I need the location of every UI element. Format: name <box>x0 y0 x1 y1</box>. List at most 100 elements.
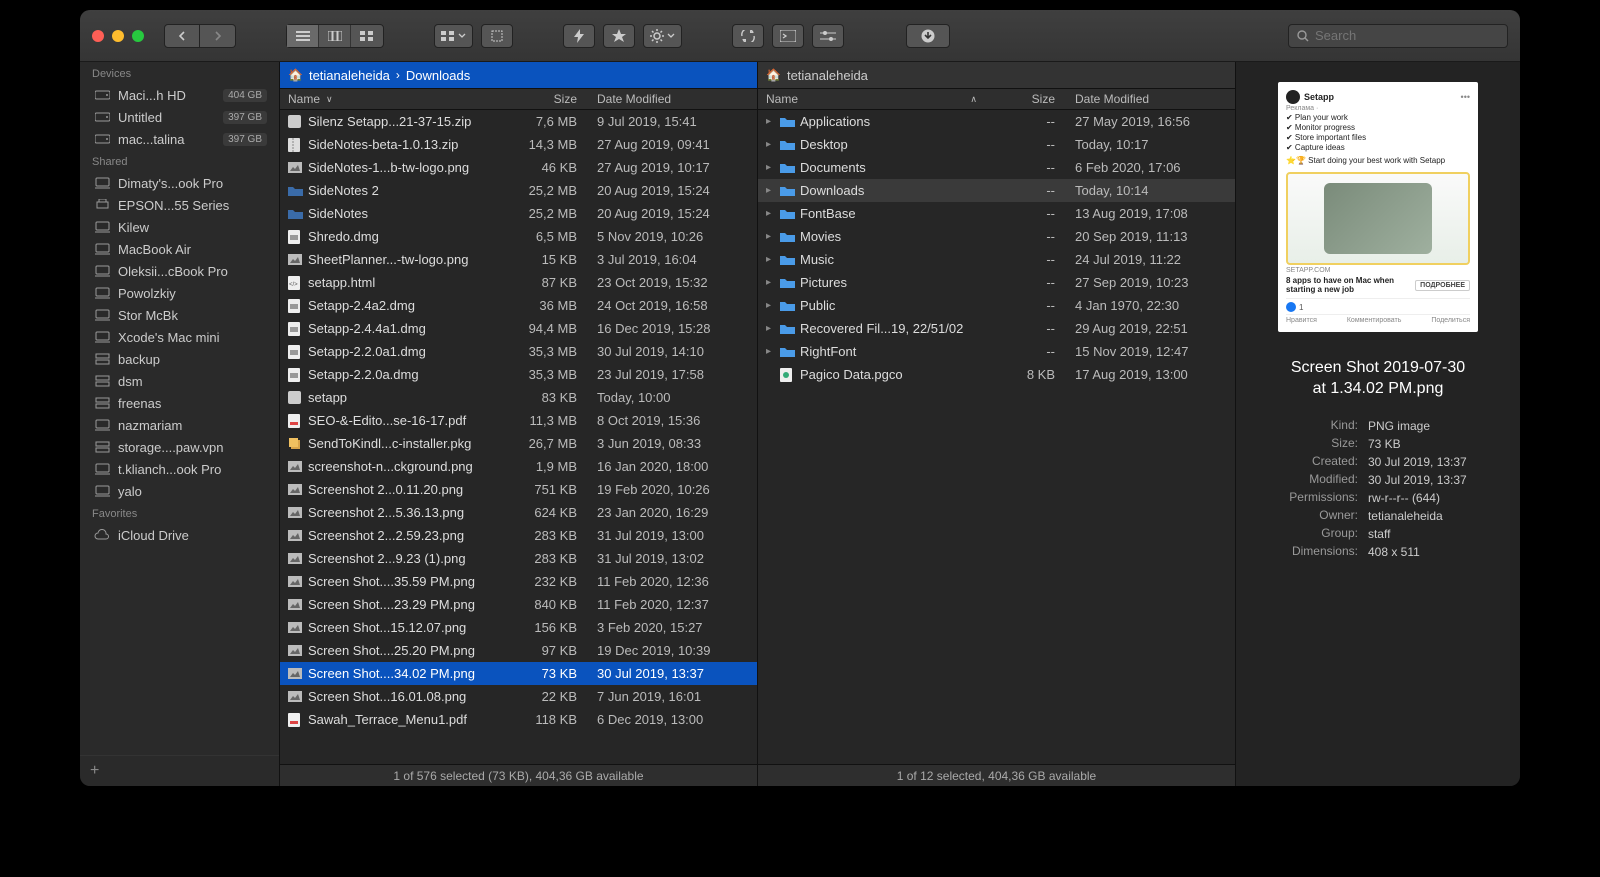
view-icon-button[interactable] <box>351 25 383 47</box>
sidebar-item[interactable]: Oleksii...cBook Pro <box>80 260 279 282</box>
sidebar-item[interactable]: yalo <box>80 480 279 502</box>
settings-sliders-button[interactable] <box>812 24 844 48</box>
file-row[interactable]: Screen Shot...15.12.07.png156 KB3 Feb 20… <box>280 616 757 639</box>
file-row[interactable]: Pagico Data.pgco8 KB17 Aug 2019, 13:00 <box>758 363 1235 386</box>
file-row[interactable]: Screenshot 2...5.36.13.png624 KB23 Jan 2… <box>280 501 757 524</box>
file-row[interactable]: SideNotes25,2 MB20 Aug 2019, 15:24 <box>280 202 757 225</box>
disclosure-triangle-icon[interactable]: ▸ <box>766 185 780 196</box>
file-row[interactable]: Shredo.dmg6,5 MB5 Nov 2019, 10:26 <box>280 225 757 248</box>
terminal-button[interactable] <box>772 24 804 48</box>
sidebar-item[interactable]: Kilew <box>80 216 279 238</box>
disclosure-triangle-icon[interactable]: ▸ <box>766 139 780 150</box>
sidebar-item[interactable]: Stor McBk <box>80 304 279 326</box>
column-size[interactable]: Size <box>507 92 587 106</box>
disclosure-triangle-icon[interactable]: ▸ <box>766 231 780 242</box>
zoom-window-button[interactable] <box>132 30 144 42</box>
file-row[interactable]: ▸RightFont--15 Nov 2019, 12:47 <box>758 340 1235 363</box>
download-button[interactable] <box>906 24 950 48</box>
quick-action-button[interactable] <box>563 24 595 48</box>
sidebar-item[interactable]: Powolzkiy <box>80 282 279 304</box>
disclosure-triangle-icon[interactable]: ▸ <box>766 346 780 357</box>
search-input[interactable] <box>1315 28 1499 43</box>
file-row[interactable]: Screenshot 2...2.59.23.png283 KB31 Jul 2… <box>280 524 757 547</box>
column-date[interactable]: Date Modified <box>1065 92 1235 106</box>
file-row[interactable]: Screenshot 2...9.23 (1).png283 KB31 Jul … <box>280 547 757 570</box>
disclosure-triangle-icon[interactable]: ▸ <box>766 300 780 311</box>
file-row[interactable]: SheetPlanner...-tw-logo.png15 KB3 Jul 20… <box>280 248 757 271</box>
path-segment[interactable]: tetianaleheida <box>787 68 868 83</box>
file-row[interactable]: ▸Desktop--Today, 10:17 <box>758 133 1235 156</box>
search-field[interactable] <box>1288 24 1508 48</box>
column-name[interactable]: Name ∨ <box>280 92 507 106</box>
sidebar-item[interactable]: Dimaty's...ook Pro <box>80 172 279 194</box>
file-row[interactable]: Screen Shot....35.59 PM.png232 KB11 Feb … <box>280 570 757 593</box>
sidebar-item[interactable]: EPSON...55 Series <box>80 194 279 216</box>
file-row[interactable]: ▸Public--4 Jan 1970, 22:30 <box>758 294 1235 317</box>
file-row[interactable]: Setapp-2.2.0a.dmg35,3 MB23 Jul 2019, 17:… <box>280 363 757 386</box>
file-row[interactable]: screenshot-n...ckground.png1,9 MB16 Jan … <box>280 455 757 478</box>
sidebar-item[interactable]: Maci...h HD404 GB <box>80 84 279 106</box>
close-window-button[interactable] <box>92 30 104 42</box>
sync-button[interactable] <box>732 24 764 48</box>
back-button[interactable] <box>164 24 200 48</box>
file-row[interactable]: SendToKindl...c-installer.pkg26,7 MB3 Ju… <box>280 432 757 455</box>
sidebar-item[interactable]: mac...talina397 GB <box>80 128 279 150</box>
disclosure-triangle-icon[interactable]: ▸ <box>766 323 780 334</box>
disclosure-triangle-icon[interactable]: ▸ <box>766 254 780 265</box>
action-menu-button[interactable] <box>643 24 682 48</box>
file-row[interactable]: Screenshot 2...0.11.20.png751 KB19 Feb 2… <box>280 478 757 501</box>
file-row[interactable]: </>setapp.html87 KB23 Oct 2019, 15:32 <box>280 271 757 294</box>
minimize-window-button[interactable] <box>112 30 124 42</box>
file-row[interactable]: ▸Pictures--27 Sep 2019, 10:23 <box>758 271 1235 294</box>
file-row[interactable]: setapp83 KBToday, 10:00 <box>280 386 757 409</box>
view-list-button[interactable] <box>287 25 319 47</box>
path-bar[interactable]: 🏠 tetianaleheida › Downloads <box>280 62 757 88</box>
file-row[interactable]: ▸Downloads--Today, 10:14 <box>758 179 1235 202</box>
sidebar-item[interactable]: MacBook Air <box>80 238 279 260</box>
path-segment[interactable]: Downloads <box>406 68 470 83</box>
disclosure-triangle-icon[interactable]: ▸ <box>766 277 780 288</box>
file-row[interactable]: SideNotes-beta-1.0.13.zip14,3 MB27 Aug 2… <box>280 133 757 156</box>
sidebar-item[interactable]: storage....paw.vpn <box>80 436 279 458</box>
sidebar-add-button[interactable]: + <box>80 755 279 786</box>
file-row[interactable]: ▸FontBase--13 Aug 2019, 17:08 <box>758 202 1235 225</box>
forward-button[interactable] <box>200 24 236 48</box>
sidebar-item[interactable]: dsm <box>80 370 279 392</box>
column-size[interactable]: Size <box>985 92 1065 106</box>
disclosure-triangle-icon[interactable]: ▸ <box>766 208 780 219</box>
sidebar-item[interactable]: Untitled397 GB <box>80 106 279 128</box>
file-row[interactable]: Setapp-2.4.4a1.dmg94,4 MB16 Dec 2019, 15… <box>280 317 757 340</box>
favorite-button[interactable] <box>603 24 635 48</box>
path-bar[interactable]: 🏠 tetianaleheida <box>758 62 1235 88</box>
file-row[interactable]: ▸Applications--27 May 2019, 16:56 <box>758 110 1235 133</box>
file-row[interactable]: Screen Shot....23.29 PM.png840 KB11 Feb … <box>280 593 757 616</box>
file-row[interactable]: Setapp-2.2.0a1.dmg35,3 MB30 Jul 2019, 14… <box>280 340 757 363</box>
file-row[interactable]: Sawah_Terrace_Menu1.pdf118 KB6 Dec 2019,… <box>280 708 757 731</box>
file-row[interactable]: SideNotes-1...b-tw-logo.png46 KB27 Aug 2… <box>280 156 757 179</box>
file-row[interactable]: SideNotes 225,2 MB20 Aug 2019, 15:24 <box>280 179 757 202</box>
disclosure-triangle-icon[interactable]: ▸ <box>766 162 780 173</box>
disclosure-triangle-icon[interactable]: ▸ <box>766 116 780 127</box>
crop-button[interactable] <box>481 24 513 48</box>
file-row[interactable]: ▸Recovered Fil...19, 22/51/02--29 Aug 20… <box>758 317 1235 340</box>
sidebar-item[interactable]: backup <box>80 348 279 370</box>
file-row[interactable]: SEO-&-Edito...se-16-17.pdf11,3 MB8 Oct 2… <box>280 409 757 432</box>
column-date[interactable]: Date Modified <box>587 92 757 106</box>
sidebar-item[interactable]: iCloud Drive <box>80 524 279 546</box>
sidebar-item[interactable]: nazmariam <box>80 414 279 436</box>
file-row[interactable]: Silenz Setapp...21-37-15.zip7,6 MB9 Jul … <box>280 110 757 133</box>
file-row[interactable]: Setapp-2.4a2.dmg36 MB24 Oct 2019, 16:58 <box>280 294 757 317</box>
file-row[interactable]: Screen Shot....25.20 PM.png97 KB19 Dec 2… <box>280 639 757 662</box>
view-column-button[interactable] <box>319 25 351 47</box>
sidebar-item[interactable]: freenas <box>80 392 279 414</box>
sidebar-item[interactable]: t.klianch...ook Pro <box>80 458 279 480</box>
sidebar-item[interactable]: Xcode's Mac mini <box>80 326 279 348</box>
file-row[interactable]: Screen Shot....34.02 PM.png73 KB30 Jul 2… <box>280 662 757 685</box>
arrange-button[interactable] <box>434 24 473 48</box>
file-row[interactable]: ▸Documents--6 Feb 2020, 17:06 <box>758 156 1235 179</box>
file-row[interactable]: Screen Shot...16.01.08.png22 KB7 Jun 201… <box>280 685 757 708</box>
column-name[interactable]: Name ∧ <box>758 92 985 106</box>
file-row[interactable]: ▸Movies--20 Sep 2019, 11:13 <box>758 225 1235 248</box>
file-row[interactable]: ▸Music--24 Jul 2019, 11:22 <box>758 248 1235 271</box>
path-segment[interactable]: tetianaleheida <box>309 68 390 83</box>
